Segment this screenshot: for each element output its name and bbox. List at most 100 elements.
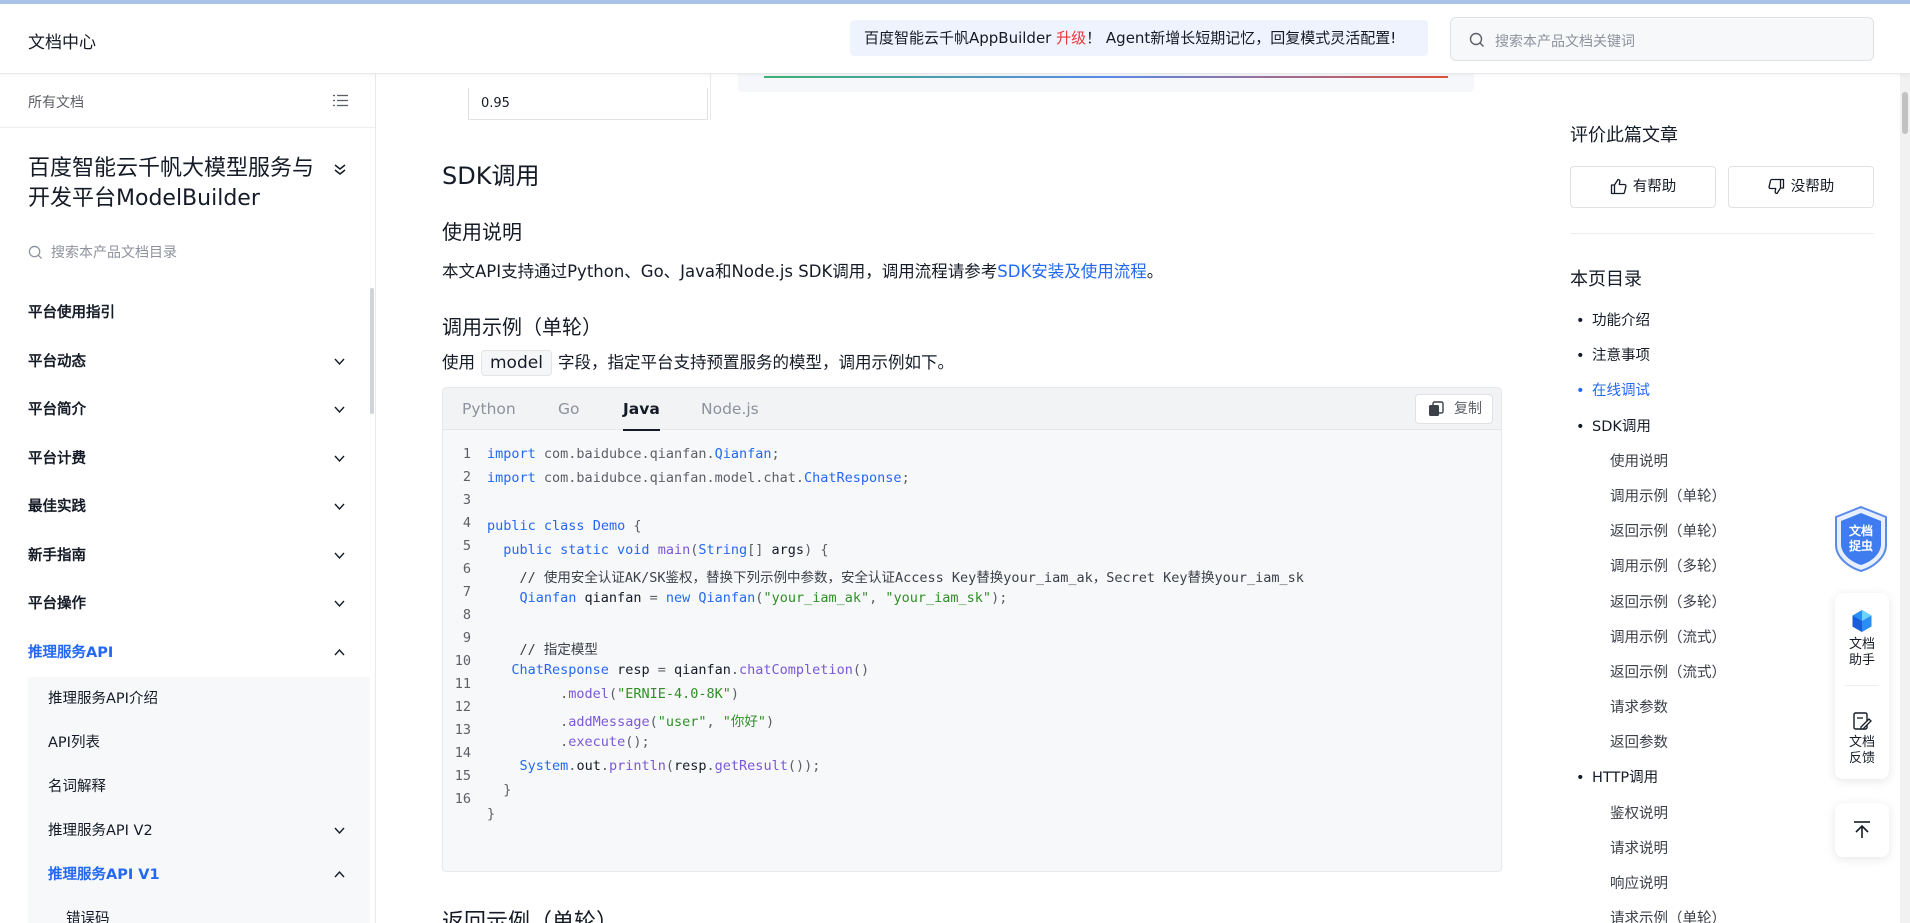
- announcement-prefix: 百度智能云千帆AppBuilder: [864, 29, 1057, 47]
- sidebar-scrollbar[interactable]: [370, 288, 374, 414]
- sidebar-subitem-label: 推理服务API介绍: [48, 691, 158, 707]
- doc-feedback-button[interactable]: 文档 反馈: [1835, 711, 1889, 767]
- sidebar-subitem[interactable]: 推理服务API介绍: [28, 677, 370, 721]
- tab-nodejs[interactable]: Node.js: [701, 400, 759, 418]
- sidebar-item[interactable]: 平台动态: [0, 338, 370, 387]
- toc-item[interactable]: 鉴权说明: [1570, 803, 1870, 838]
- announcement-banner[interactable]: 百度智能云千帆AppBuilder 升级！ Agent新增长短期记忆，回复模式灵…: [850, 20, 1428, 56]
- toc-item[interactable]: 请求参数: [1570, 697, 1870, 732]
- tab-python[interactable]: Python: [462, 400, 516, 418]
- toc-item[interactable]: 使用说明: [1570, 451, 1870, 486]
- sidebar-item[interactable]: 平台简介: [0, 386, 370, 435]
- sidebar-subitem[interactable]: 错误码: [28, 897, 370, 923]
- toc-item-active[interactable]: 在线调试: [1570, 380, 1870, 415]
- line-number: 14: [454, 745, 471, 761]
- line-number: 4: [462, 515, 471, 531]
- toc-item[interactable]: 返回示例（流式）: [1570, 662, 1870, 697]
- divider: [1845, 685, 1879, 686]
- chevron-down-icon: [334, 358, 345, 365]
- scrollbar-thumb[interactable]: [1902, 92, 1908, 134]
- announcement-suffix: ！ Agent新增长短期记忆，回复模式灵活配置!: [1086, 29, 1397, 47]
- page-scrollbar[interactable]: [1900, 0, 1910, 923]
- list-icon[interactable]: [333, 94, 348, 107]
- floating-tools-panel: 文档 助手 文档 反馈: [1835, 593, 1889, 779]
- doc-assistant-button[interactable]: 文档 助手: [1835, 609, 1889, 669]
- copy-icon: [1429, 401, 1444, 416]
- product-title: 百度智能云千帆大模型服务与开发平台ModelBuilder: [28, 156, 315, 211]
- toc-item[interactable]: 返回示例（多轮）: [1570, 592, 1870, 627]
- sidebar-subitem[interactable]: 推理服务API V2: [28, 809, 370, 853]
- tab-java[interactable]: Java: [623, 400, 660, 431]
- sidebar-item[interactable]: 最佳实践: [0, 483, 370, 532]
- sidebar-item-label: 平台简介: [28, 402, 86, 418]
- toc-item[interactable]: 调用示例（单轮）: [1570, 486, 1870, 521]
- top-p-input[interactable]: 0.95: [468, 88, 708, 120]
- helpful-label: 有帮助: [1632, 179, 1677, 195]
- code-line: public class Demo {: [487, 518, 642, 534]
- chevron-down-icon: [334, 600, 345, 608]
- chevron-down-icon[interactable]: [333, 162, 347, 176]
- code-line: Qianfan qianfan = new Qianfan("your_iam_…: [519, 590, 1008, 606]
- copy-label: 复制: [1454, 401, 1482, 417]
- toc-item[interactable]: 响应说明: [1570, 873, 1870, 908]
- sidebar-item-label: 平台使用指引: [28, 305, 115, 321]
- announcement-highlight: 升级: [1056, 29, 1087, 47]
- line-number: 3: [462, 492, 471, 508]
- debug-form-peek: 0.95: [454, 74, 714, 120]
- thumbs-down-icon: [1768, 178, 1784, 195]
- feedback-label-2: 反馈: [1848, 751, 1875, 766]
- doc-search-input[interactable]: 搜索本产品文档关键词: [1450, 17, 1874, 61]
- back-to-top-button[interactable]: [1835, 803, 1889, 857]
- code-line: // 使用安全认证AK/SK鉴权，替换下列示例中参数，安全认证Access Ke…: [487, 570, 1304, 586]
- bug-badge-line1: 文档: [1849, 523, 1873, 538]
- line-number: 16: [454, 791, 471, 807]
- toc-item[interactable]: 返回参数: [1570, 732, 1870, 767]
- top-bar: 文档中心 百度智能云千帆AppBuilder 升级！ Agent新增长短期记忆，…: [0, 0, 1910, 74]
- sdk-install-link[interactable]: SDK安装及使用流程: [997, 262, 1147, 281]
- sidebar-subitem[interactable]: 名词解释: [28, 765, 370, 809]
- assistant-label-2: 助手: [1848, 653, 1875, 668]
- toc-item[interactable]: 注意事项: [1570, 345, 1870, 380]
- toc-item[interactable]: HTTP调用: [1570, 767, 1870, 802]
- tab-go[interactable]: Go: [558, 400, 580, 418]
- helpful-button[interactable]: 有帮助: [1570, 166, 1716, 208]
- sidebar-item[interactable]: 平台计费: [0, 435, 370, 484]
- toc-item[interactable]: SDK调用: [1570, 416, 1870, 451]
- toc-item[interactable]: 请求说明: [1570, 838, 1870, 873]
- toc-item[interactable]: 返回示例（单轮）: [1570, 521, 1870, 556]
- toc-item[interactable]: 请求示例（单轮）: [1570, 908, 1870, 923]
- doc-bug-report-badge[interactable]: 文档 捉虫: [1830, 505, 1892, 573]
- toc-item[interactable]: 调用示例（多轮）: [1570, 556, 1870, 591]
- code-line: }: [503, 782, 512, 798]
- left-sidebar: 所有文档 百度智能云千帆大模型服务与开发平台ModelBuilder 搜索本产品…: [0, 74, 376, 923]
- divider: [0, 127, 375, 128]
- code-line: .model("ERNIE-4.0-8K"): [560, 686, 740, 702]
- line-number: 12: [454, 699, 471, 715]
- sidebar-item[interactable]: 平台操作: [0, 580, 370, 629]
- sidebar-item-label: 最佳实践: [28, 499, 86, 515]
- heading-return-single: 返回示例（单轮）: [442, 910, 619, 923]
- sidebar-item-label: 平台计费: [28, 450, 86, 467]
- rate-title: 评价此篇文章: [1570, 125, 1678, 146]
- all-docs-link[interactable]: 所有文档: [28, 92, 84, 112]
- sidebar-subitem[interactable]: API列表: [28, 721, 370, 765]
- sidebar-item[interactable]: 新手指南: [0, 532, 370, 581]
- toc-item[interactable]: 功能介绍: [1570, 310, 1870, 345]
- sidebar-subitem-api-v1[interactable]: 推理服务API V1: [28, 853, 370, 897]
- code-line: ChatResponse resp = qianfan.chatCompleti…: [511, 662, 870, 678]
- example-paragraph: 使用 model 字段，指定平台支持预置服务的模型，调用示例如下。: [442, 349, 954, 376]
- code-line: System.out.println(resp.getResult());: [519, 758, 821, 774]
- sidebar-search-input[interactable]: 搜索本产品文档目录: [28, 242, 177, 262]
- doc-center-title[interactable]: 文档中心: [28, 28, 96, 53]
- copy-button[interactable]: 复制: [1415, 394, 1493, 424]
- sidebar-subitem-label: 推理服务API V1: [48, 867, 160, 883]
- sidebar-item-inference-api[interactable]: 推理服务API: [0, 629, 370, 678]
- feedback-label-1: 文档: [1848, 735, 1875, 750]
- toc-item[interactable]: 调用示例（流式）: [1570, 627, 1870, 662]
- line-number: 2: [462, 469, 471, 485]
- assistant-icon: [1852, 610, 1872, 632]
- sidebar-item[interactable]: 平台使用指引: [0, 289, 370, 338]
- not-helpful-button[interactable]: 没帮助: [1728, 166, 1874, 208]
- gradient-border: [764, 74, 1448, 78]
- sidebar-subitem-label: 错误码: [66, 911, 110, 923]
